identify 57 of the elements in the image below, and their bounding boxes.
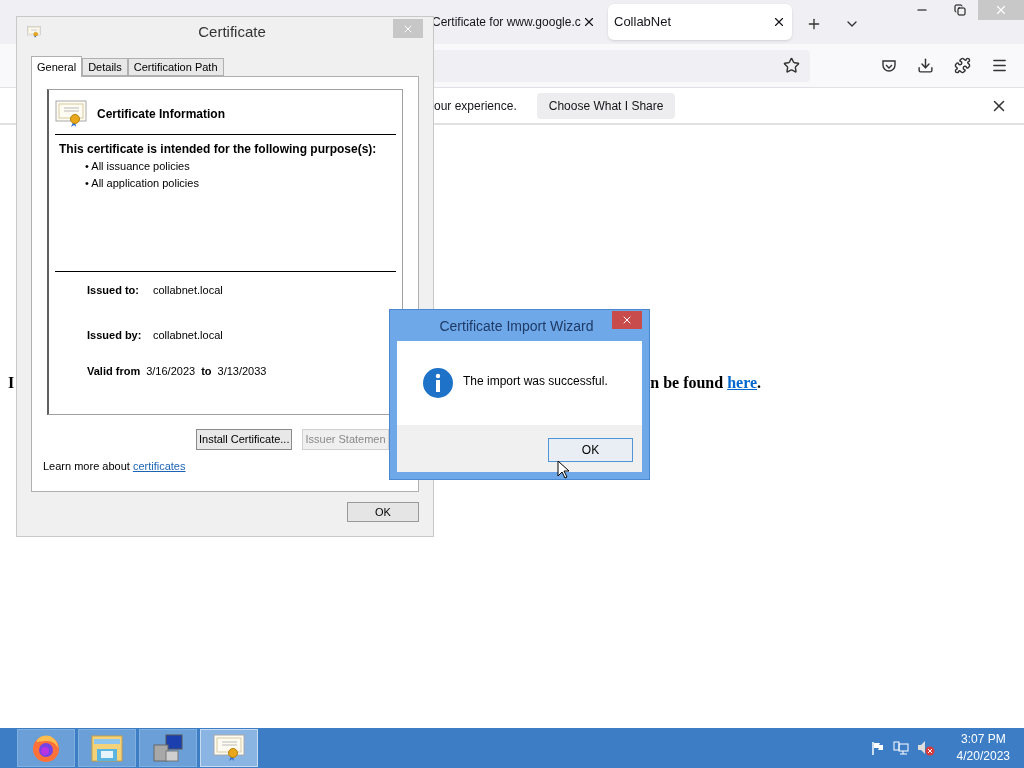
notification-message: our experience. xyxy=(434,97,517,115)
dialog-tab[interactable]: Certification Path xyxy=(127,58,224,76)
browser-tab[interactable]: Certificate for www.google.c xyxy=(426,4,602,40)
wizard-close-button[interactable] xyxy=(612,311,642,329)
dialog-button[interactable]: Install Certificate... xyxy=(196,429,293,450)
here-link[interactable]: here xyxy=(727,374,758,391)
paragraph-text: n be found here. xyxy=(650,375,762,391)
tab-title: CollabNet xyxy=(614,13,673,32)
extensions-icon[interactable] xyxy=(954,57,971,74)
close-icon xyxy=(994,3,1008,17)
new-tab-icon[interactable] xyxy=(806,16,822,32)
certificate-icon xyxy=(27,26,41,38)
browser-tab[interactable]: CollabNet xyxy=(608,4,792,40)
taskbar-button[interactable] xyxy=(17,729,75,767)
choose-share-button[interactable]: Choose What I Share xyxy=(536,92,676,119)
valid-to-label: to xyxy=(201,364,212,379)
window-title: Certificate xyxy=(197,21,267,42)
bookmark-star-icon[interactable] xyxy=(783,57,800,74)
network-icon[interactable] xyxy=(892,741,909,755)
wizard-message: The import was successful. xyxy=(463,373,608,390)
purpose-item: • All issuance policies xyxy=(85,159,191,174)
certificate-heading: Certificate Information xyxy=(97,106,225,123)
server-manager-icon xyxy=(152,733,184,763)
dialog-tab[interactable]: General xyxy=(31,56,83,77)
close-tab-icon[interactable] xyxy=(582,15,596,29)
purpose-title: This certificate is intended for the following purpose(s): xyxy=(59,141,378,158)
field-label: Issued by: xyxy=(87,327,143,343)
field-value: collabnet.local xyxy=(153,283,223,298)
restore-icon[interactable] xyxy=(954,4,966,16)
flag-icon[interactable] xyxy=(870,741,885,755)
folder-icon xyxy=(91,733,123,763)
tab-title: Certificate for www.google.c xyxy=(432,14,582,31)
info-icon xyxy=(423,368,453,398)
paragraph-start: I xyxy=(8,375,15,391)
menu-icon[interactable] xyxy=(991,57,1008,74)
certificate-icon xyxy=(55,100,87,128)
wizard-title: Certificate Import Wizard xyxy=(438,317,595,336)
taskbar-button[interactable] xyxy=(139,729,197,767)
certificates-link[interactable]: certificates xyxy=(132,460,186,472)
close-tab-icon[interactable] xyxy=(772,15,786,29)
purpose-item: • All application policies xyxy=(85,175,200,191)
dialog-tab[interactable]: Details xyxy=(82,58,128,76)
valid-from-date: 3/16/2023 xyxy=(146,364,196,379)
close-icon xyxy=(621,314,633,326)
muted-speaker-icon[interactable] xyxy=(916,740,935,756)
field-label: Issued to: xyxy=(87,283,140,298)
clock-time[interactable]: 3:07 PM xyxy=(960,731,1006,748)
valid-to-date: 3/13/2033 xyxy=(217,364,267,379)
certificate-icon xyxy=(213,733,245,763)
wizard-ok-button[interactable]: OK xyxy=(548,438,633,462)
ok-button[interactable]: OK xyxy=(347,502,419,522)
field-value: collabnet.local xyxy=(153,327,223,343)
clock-date[interactable]: 4/20/2023 xyxy=(956,748,1010,765)
cursor-icon xyxy=(557,460,569,479)
download-icon[interactable] xyxy=(917,57,934,74)
valid-from-label: Valid from xyxy=(87,364,141,379)
pocket-icon[interactable] xyxy=(881,57,897,74)
